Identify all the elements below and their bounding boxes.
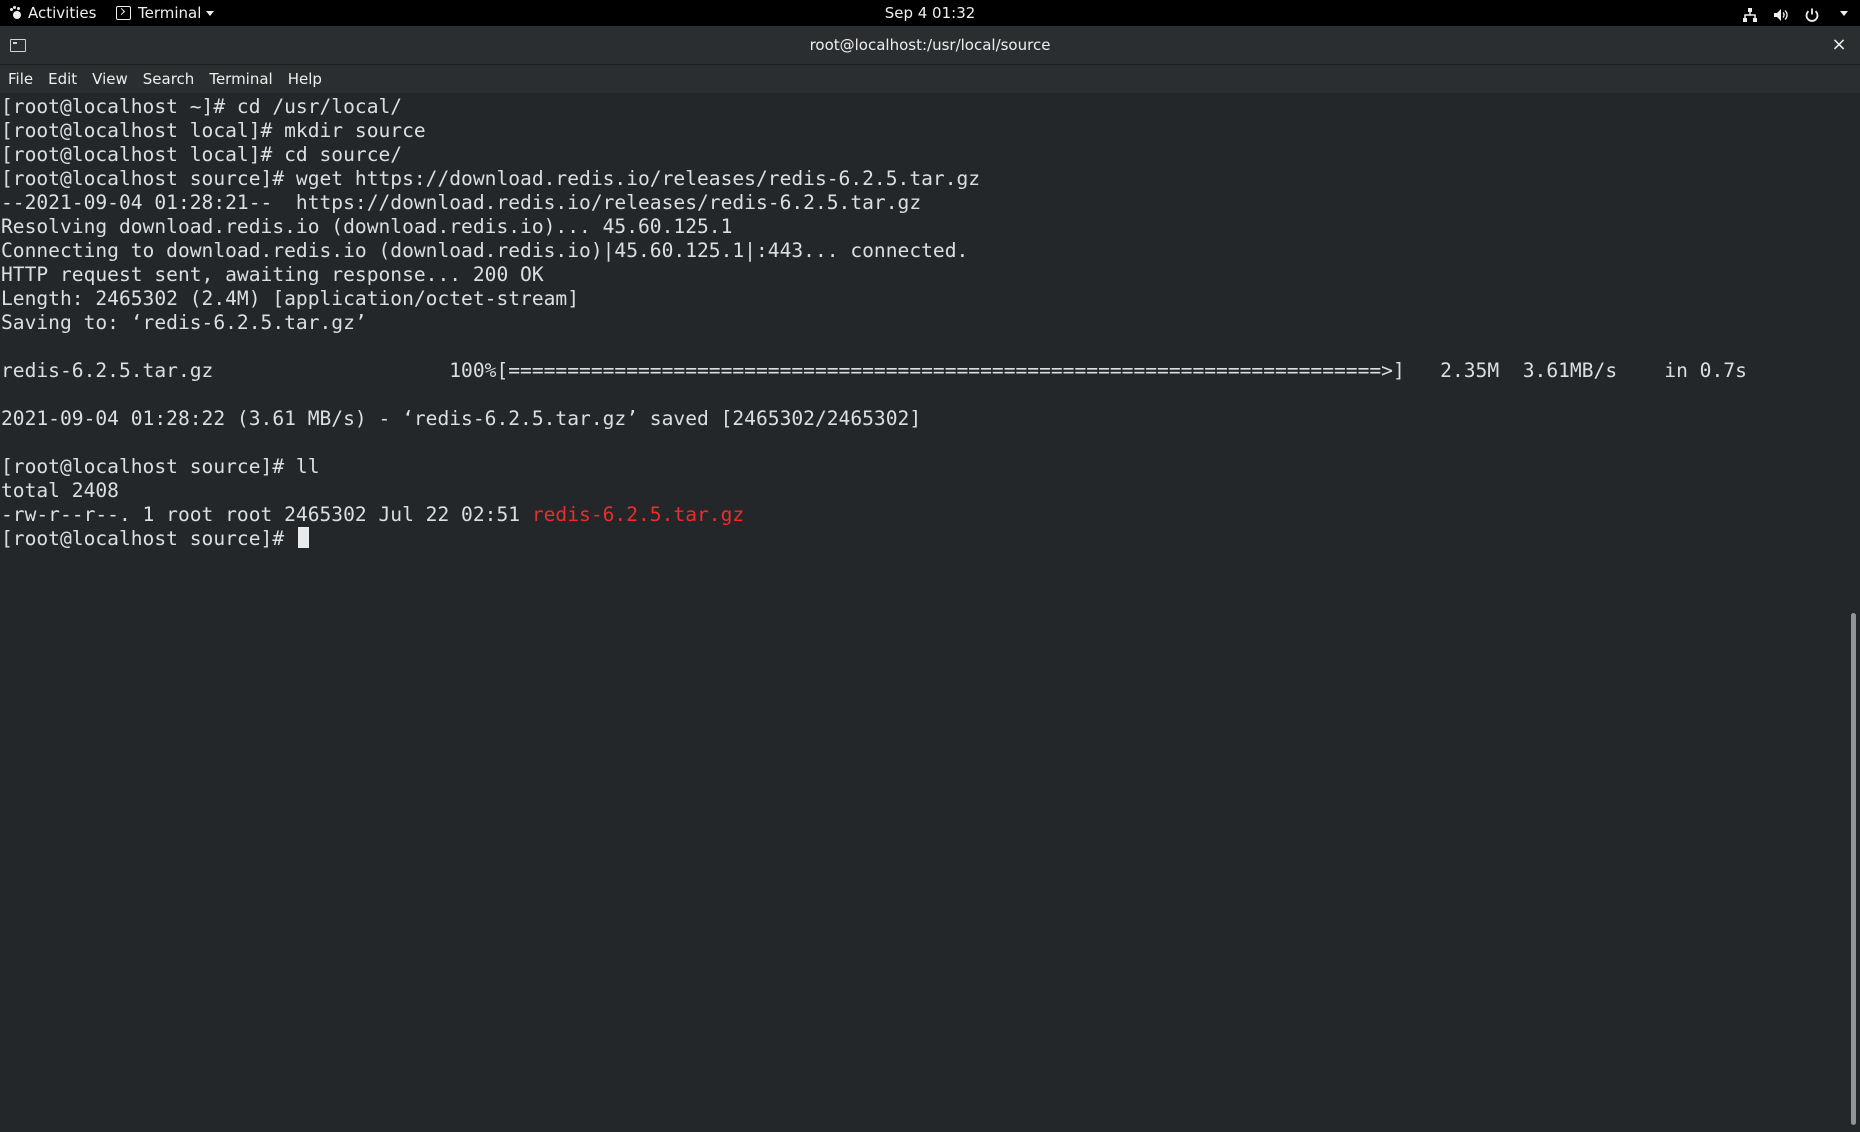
terminal-line: [root@localhost local]# cd source/: [1, 143, 403, 166]
ls-entry-meta: -rw-r--r--. 1 root root 2465302 Jul 22 0…: [1, 503, 532, 526]
window-titlebar[interactable]: root@localhost:/usr/local/source ×: [0, 26, 1860, 65]
scrollbar-thumb[interactable]: [1851, 613, 1856, 1125]
terminal-line: HTTP request sent, awaiting response... …: [1, 263, 544, 286]
menu-bar: File Edit View Search Terminal Help: [0, 65, 1860, 93]
network-icon: [1742, 5, 1758, 22]
ls-entry: -rw-r--r--. 1 root root 2465302 Jul 22 0…: [1, 503, 1747, 527]
menu-terminal[interactable]: Terminal: [201, 65, 279, 93]
menu-edit[interactable]: Edit: [40, 65, 84, 93]
top-bar: Activities Terminal Sep 4 01:32: [0, 0, 1860, 26]
menu-search[interactable]: Search: [135, 65, 202, 93]
ls-entry-filename: redis-6.2.5.tar.gz: [531, 503, 745, 526]
chevron-down-icon: [1840, 10, 1848, 16]
clock[interactable]: Sep 4 01:32: [0, 0, 1860, 26]
terminal-line: [root@localhost source]# wget https://do…: [1, 167, 981, 190]
terminal-line: [root@localhost source]# ll: [1, 455, 320, 478]
terminal-line: Resolving download.redis.io (download.re…: [1, 215, 733, 238]
terminal-line: total 2408: [1, 479, 119, 502]
power-icon: [1804, 5, 1820, 22]
terminal-line: Connecting to download.redis.io (downloa…: [1, 239, 969, 262]
menu-file[interactable]: File: [0, 65, 40, 93]
prompt-line[interactable]: [root@localhost source]#: [1, 527, 1747, 551]
close-button[interactable]: ×: [1826, 32, 1852, 58]
menu-view[interactable]: View: [84, 65, 135, 93]
terminal-scrollbar[interactable]: [1848, 93, 1860, 1132]
volume-icon: [1773, 5, 1789, 21]
system-menu[interactable]: [1742, 0, 1848, 26]
terminal-line: 2021-09-04 01:28:22 (3.61 MB/s) - ‘redis…: [1, 407, 922, 430]
terminal-line: [root@localhost local]# mkdir source: [1, 119, 426, 142]
text-cursor: [297, 527, 309, 548]
terminal-output[interactable]: [root@localhost ~]# cd /usr/local/ [root…: [0, 93, 1848, 1132]
menu-help[interactable]: Help: [280, 65, 329, 93]
terminal-line: Saving to: ‘redis-6.2.5.tar.gz’: [1, 311, 367, 334]
terminal-line: --2021-09-04 01:28:21-- https://download…: [1, 191, 922, 214]
window-title: root@localhost:/usr/local/source: [809, 36, 1051, 54]
terminal-line: Length: 2465302 (2.4M) [application/octe…: [1, 287, 580, 310]
terminal-line: [root@localhost ~]# cd /usr/local/: [1, 95, 403, 118]
download-progress-line: redis-6.2.5.tar.gz 100%[================…: [1, 359, 1747, 382]
shell-prompt: [root@localhost source]#: [1, 527, 296, 550]
